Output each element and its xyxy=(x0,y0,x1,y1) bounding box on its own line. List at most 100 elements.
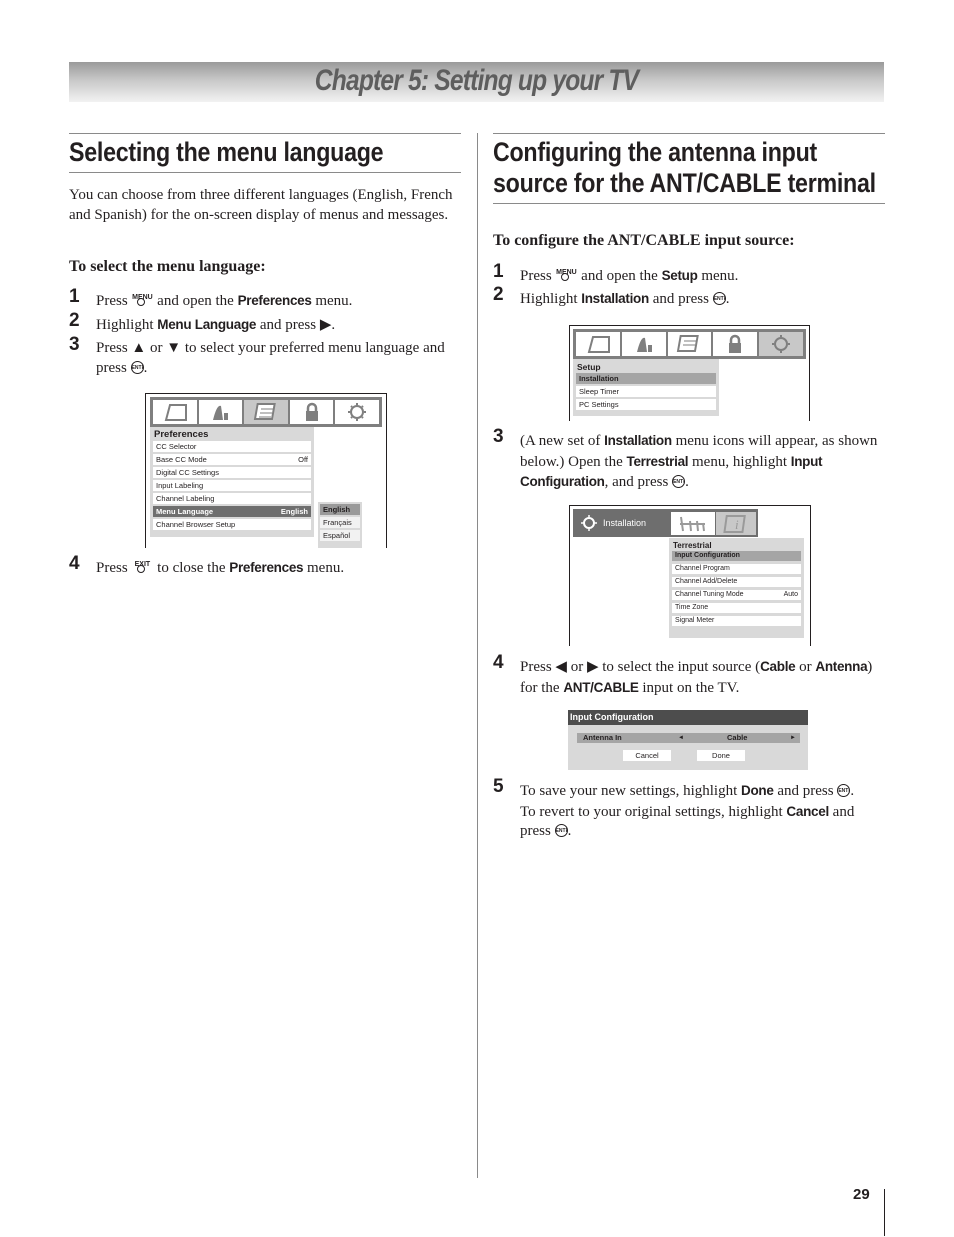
sound-icon xyxy=(198,400,243,424)
info-icon[interactable]: i xyxy=(716,512,756,535)
picture-icon xyxy=(153,400,197,424)
antenna-in-value: Cable xyxy=(727,733,748,742)
step-text: menu. xyxy=(701,268,739,284)
step-number: 1 xyxy=(69,286,80,307)
step-text: and press xyxy=(652,291,709,307)
preferences-icon xyxy=(244,400,288,424)
step-bold: Antenna xyxy=(815,659,868,674)
step-text: To revert to your original settings, hig… xyxy=(520,803,783,820)
picture-icon xyxy=(576,332,620,356)
step-4: 4 Press EXIT to close the Preferences me… xyxy=(69,554,461,579)
menu-item-signal-meter[interactable]: Signal Meter xyxy=(672,616,801,626)
step-1: 1 Press MENU and open the Setup menu. xyxy=(493,262,885,287)
menu-item-base-cc-mode[interactable]: Base CC Mode Off xyxy=(153,454,311,465)
enter-button-icon: ENTER xyxy=(554,824,568,837)
setup-icon xyxy=(580,515,598,536)
language-option-espanol[interactable]: Español xyxy=(320,530,360,541)
step-text: and press ▶. xyxy=(259,317,336,333)
chapter-header-bar: Chapter 5: Setting up your TV xyxy=(69,62,884,102)
step-bold: Installation xyxy=(604,433,672,448)
step-2: 2 Highlight Installation and press ENTER… xyxy=(493,284,730,307)
menu-item-pc-settings[interactable]: PC Settings xyxy=(576,399,716,410)
step-text: and press xyxy=(777,783,834,799)
step-text: To save your new settings, highlight xyxy=(520,783,738,799)
step-number: 4 xyxy=(493,652,504,673)
step-text: Highlight xyxy=(520,291,578,307)
enter-button-icon: ENTER xyxy=(837,784,851,797)
step-text: Press ◀ or ▶ to select the input source … xyxy=(520,659,761,675)
step-number: 3 xyxy=(493,426,504,447)
step-4: 4 Press ◀ or ▶ to select the input sourc… xyxy=(493,653,885,698)
menu-item-input-labeling[interactable]: Input Labeling xyxy=(153,480,311,491)
intro-paragraph: You can choose from three different lang… xyxy=(69,187,453,223)
step-text: menu. xyxy=(307,560,345,576)
step-3: 3 (A new set of Installation menu icons … xyxy=(493,426,878,490)
left-arrow-icon[interactable]: ◄ xyxy=(678,733,684,743)
step-text: , and press xyxy=(604,474,669,490)
step-bold: Preferences xyxy=(229,560,304,575)
step-text: . xyxy=(143,359,148,376)
step-number: 5 xyxy=(493,776,504,797)
section-rule-bottom xyxy=(69,172,461,173)
lock-icon xyxy=(713,332,758,356)
enter-button-icon: ENTER xyxy=(130,360,144,374)
exit-button-icon: EXIT xyxy=(131,559,153,573)
step-bold: Done xyxy=(741,783,774,798)
menu-item-input-configuration[interactable]: Input Configuration xyxy=(672,551,801,561)
step-number: 2 xyxy=(69,310,80,331)
svg-text:i: i xyxy=(735,517,739,532)
language-option-francais[interactable]: Français xyxy=(320,517,360,528)
menu-item-menu-language[interactable]: Menu Language English xyxy=(153,506,311,517)
menu-item-time-zone[interactable]: Time Zone xyxy=(672,603,801,613)
cancel-button[interactable]: Cancel xyxy=(623,750,671,761)
menu-item-channel-labeling[interactable]: Channel Labeling xyxy=(153,493,311,504)
step-number: 4 xyxy=(69,553,80,574)
step-text: and open the xyxy=(157,293,234,309)
chapter-title: Chapter 5: Setting up your TV xyxy=(314,64,639,97)
terrestrial-menu: Terrestrial Input Configuration Channel … xyxy=(669,538,804,638)
menu-button-icon: MENU xyxy=(131,292,153,306)
language-option-english[interactable]: English xyxy=(320,504,360,515)
step-text: Press xyxy=(520,268,552,284)
step-text: Press ▲ or ▼ to select your preferred me… xyxy=(96,340,445,376)
step-bold: Installation xyxy=(581,291,649,306)
done-button[interactable]: Done xyxy=(697,750,745,761)
step-bold: ANT/CABLE xyxy=(563,679,639,695)
menu-item-sleep-timer[interactable]: Sleep Timer xyxy=(576,386,716,397)
sound-icon xyxy=(621,332,666,356)
preferences-menu: Preferences CC Selector Base CC Mode Off … xyxy=(150,427,314,537)
page-number-rule xyxy=(884,1189,885,1236)
step-text: (A new set of xyxy=(520,433,601,449)
menu-button-icon: MENU xyxy=(555,267,577,281)
step-1: 1 Press MENU and open the Preferences me… xyxy=(69,287,461,312)
menu-title: Terrestrial xyxy=(673,541,712,550)
menu-title: Preferences xyxy=(154,429,209,440)
installation-screen: Installation i Terrestrial Input Configu… xyxy=(569,505,811,646)
terrestrial-antenna-icon[interactable] xyxy=(671,512,715,535)
step-number: 3 xyxy=(69,334,80,355)
column-divider xyxy=(477,133,478,1178)
menu-item-channel-tuning-mode[interactable]: Channel Tuning Mode Auto xyxy=(672,590,801,600)
dialog-title: Input Configuration xyxy=(568,710,808,725)
preferences-screen: Preferences CC Selector Base CC Mode Off … xyxy=(145,393,387,548)
setup-icon xyxy=(335,400,379,424)
right-arrow-icon[interactable]: ► xyxy=(790,733,796,743)
enter-button-icon: ENTER xyxy=(712,292,726,305)
step-bold: Menu Language xyxy=(157,317,257,332)
menu-item-cc-selector[interactable]: CC Selector xyxy=(153,441,311,452)
menu-item-channel-program[interactable]: Channel Program xyxy=(672,564,801,574)
menu-item-channel-browser-setup[interactable]: Channel Browser Setup xyxy=(153,519,311,530)
preferences-icon xyxy=(667,332,712,356)
menu-item-installation[interactable]: Installation xyxy=(576,373,716,384)
antenna-in-label: Antenna In xyxy=(583,733,622,742)
installation-tab-label: Installation xyxy=(603,518,647,528)
menu-item-digital-cc-settings[interactable]: Digital CC Settings xyxy=(153,467,311,478)
section-rule-top xyxy=(69,133,461,134)
step-5: 5 To save your new settings, highlight D… xyxy=(493,776,855,839)
step-text: and open the xyxy=(581,268,658,284)
step-text: input on the TV. xyxy=(642,679,740,696)
setup-screen: Setup Installation Sleep Timer PC Settin… xyxy=(569,325,810,421)
menu-item-channel-add-delete[interactable]: Channel Add/Delete xyxy=(672,577,801,587)
antenna-in-row[interactable]: Antenna In ◄ Cable ► xyxy=(577,733,800,743)
step-bold: Terrestrial xyxy=(626,453,689,469)
